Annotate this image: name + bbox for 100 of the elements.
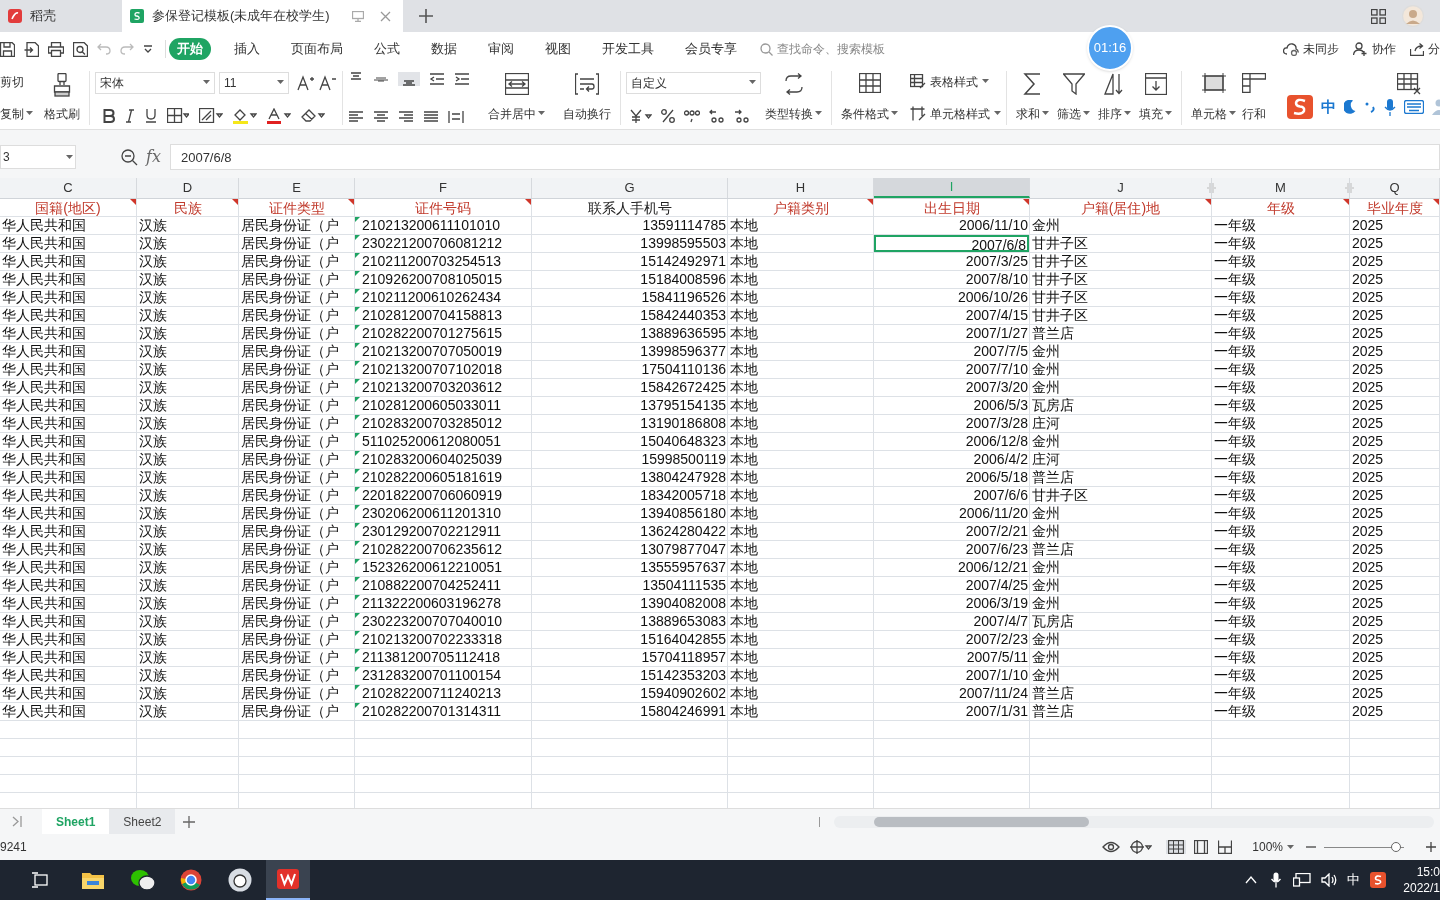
eraser-icon[interactable]	[301, 108, 325, 123]
ime-mode[interactable]: 中	[1321, 95, 1336, 119]
ribbon-button[interactable]: 求和	[1012, 72, 1053, 123]
distributed-icon[interactable]	[448, 109, 464, 124]
zoom-select[interactable]: 100%	[1252, 838, 1294, 856]
office-app-icon[interactable]	[277, 869, 299, 889]
zoom-slider[interactable]	[1324, 842, 1404, 852]
ribbon-tab[interactable]: 页面布局	[283, 38, 351, 60]
ribbon-tab[interactable]: 插入	[226, 38, 268, 60]
font-select[interactable]: 宋体	[95, 71, 215, 94]
align-right-icon[interactable]	[398, 109, 414, 124]
ribbon-tab[interactable]: 开发工具	[594, 38, 662, 60]
keyboard-icon[interactable]	[1404, 100, 1424, 114]
new-tab-icon[interactable]	[418, 9, 433, 23]
italic-icon[interactable]	[125, 108, 135, 123]
ribbon-button[interactable]: 排序	[1094, 72, 1135, 123]
ribbon-tab[interactable]: 数据	[423, 38, 465, 60]
column-letter[interactable]: C	[0, 178, 136, 198]
chat-app-icon[interactable]	[130, 869, 156, 891]
sheet-tab[interactable]: Sheet2	[109, 808, 176, 835]
justify-icon[interactable]	[423, 109, 439, 124]
horizontal-scrollbar[interactable]	[834, 815, 1434, 828]
ime-indicator[interactable]: 中	[1347, 870, 1360, 890]
ribbon-button[interactable]: 条件格式	[837, 72, 902, 123]
decrease-decimal-icon[interactable]	[734, 107, 750, 124]
column-letter[interactable]: D	[137, 178, 238, 198]
percent-icon[interactable]	[661, 108, 675, 123]
eye-icon[interactable]	[1102, 841, 1121, 853]
ribbon-button[interactable]: 筛选	[1053, 72, 1094, 123]
column-letter[interactable]: F	[355, 178, 531, 198]
ribbon-button[interactable]: 填充	[1135, 72, 1176, 123]
table-grid-icon[interactable]	[1397, 73, 1421, 95]
column-letter[interactable]: Q	[1350, 178, 1439, 198]
bold-icon[interactable]	[103, 108, 115, 123]
input-method-icon[interactable]	[1370, 872, 1386, 888]
more-icon[interactable]	[143, 45, 153, 53]
document-tab[interactable]: 参保登记模板(未成年在校学生)	[122, 0, 403, 32]
input-method-icon[interactable]	[1287, 95, 1313, 119]
fill-color-icon[interactable]	[233, 107, 257, 124]
toolbar-button[interactable]: 未同步	[1283, 40, 1339, 58]
ribbon-button[interactable]: 合并居中	[484, 72, 549, 123]
decrease-font-icon[interactable]	[319, 74, 337, 91]
zoom-in-icon[interactable]	[1426, 842, 1436, 852]
font-size-select[interactable]: 11	[219, 71, 289, 94]
speaker-icon[interactable]	[1321, 873, 1337, 887]
ribbon-button[interactable]: 格式刷	[40, 72, 84, 123]
browser-icon[interactable]	[180, 869, 202, 891]
page-break-icon[interactable]	[1218, 840, 1233, 854]
ribbon-button[interactable]: 剪切	[0, 72, 40, 91]
column-letter[interactable]: H	[728, 178, 873, 198]
print-preview-icon[interactable]	[73, 41, 88, 57]
clock-date[interactable]: 2022/1	[1403, 880, 1440, 896]
export-icon[interactable]	[24, 41, 39, 57]
column-letter[interactable]: J	[1030, 178, 1211, 198]
network-icon[interactable]	[1293, 873, 1311, 887]
ribbon-tab[interactable]: 会员专享	[677, 38, 745, 60]
punctuation-icon[interactable]	[1364, 101, 1376, 113]
ribbon-button[interactable]: 单元格样式	[910, 104, 1001, 123]
layout-icon[interactable]	[1130, 840, 1153, 854]
number-format-select[interactable]: 自定义	[626, 71, 761, 94]
ribbon-button[interactable]: 单元格	[1187, 72, 1240, 123]
indent-increase-icon[interactable]	[454, 71, 470, 86]
column-letter[interactable]: E	[239, 178, 354, 198]
align-left-icon[interactable]	[348, 109, 364, 124]
ribbon-button[interactable]: 表格样式	[910, 72, 1001, 91]
align-center-icon[interactable]	[373, 109, 389, 124]
moon-icon[interactable]	[1344, 100, 1356, 114]
close-icon[interactable]	[379, 10, 391, 22]
currency-icon[interactable]	[630, 108, 652, 123]
underline-icon[interactable]	[145, 108, 157, 123]
font-color-icon[interactable]	[267, 107, 291, 124]
ribbon-button[interactable]: 行和	[1240, 72, 1270, 123]
increase-font-icon[interactable]	[297, 74, 315, 91]
normal-view-icon[interactable]	[1168, 840, 1185, 854]
increase-decimal-icon[interactable]	[709, 107, 725, 124]
function-button[interactable]: fx	[146, 145, 161, 169]
name-box[interactable]: 3	[0, 145, 76, 169]
microphone-icon[interactable]	[1271, 872, 1281, 888]
folder-icon[interactable]	[82, 871, 104, 889]
last-sheet-icon[interactable]	[12, 816, 22, 827]
thousands-icon[interactable]	[684, 108, 700, 123]
ribbon-tab[interactable]: 公式	[366, 38, 408, 60]
search-field[interactable]: 查找命令、搜索模板	[777, 40, 917, 58]
clock-time[interactable]: 15:0	[1416, 864, 1440, 880]
ribbon-tab[interactable]: 视图	[537, 38, 579, 60]
zoom-out-icon[interactable]	[121, 148, 138, 166]
ribbon-button[interactable]: 复制	[0, 104, 40, 123]
borders-icon[interactable]	[167, 108, 189, 123]
print-icon[interactable]	[48, 41, 64, 57]
ribbon-button[interactable]: 类型转换	[761, 72, 826, 123]
apps-grid-icon[interactable]	[1371, 8, 1386, 24]
column-letter[interactable]: M	[1212, 178, 1349, 198]
save-icon[interactable]	[0, 41, 15, 57]
toolbar-button[interactable]: 分	[1410, 40, 1440, 58]
app-icon[interactable]	[228, 868, 252, 892]
ribbon-button[interactable]: 自动换行	[559, 72, 615, 123]
indent-decrease-icon[interactable]	[429, 71, 445, 86]
add-sheet-icon[interactable]	[183, 815, 196, 828]
page-layout-icon[interactable]	[1194, 840, 1209, 854]
chevron-up-icon[interactable]	[1245, 876, 1257, 884]
